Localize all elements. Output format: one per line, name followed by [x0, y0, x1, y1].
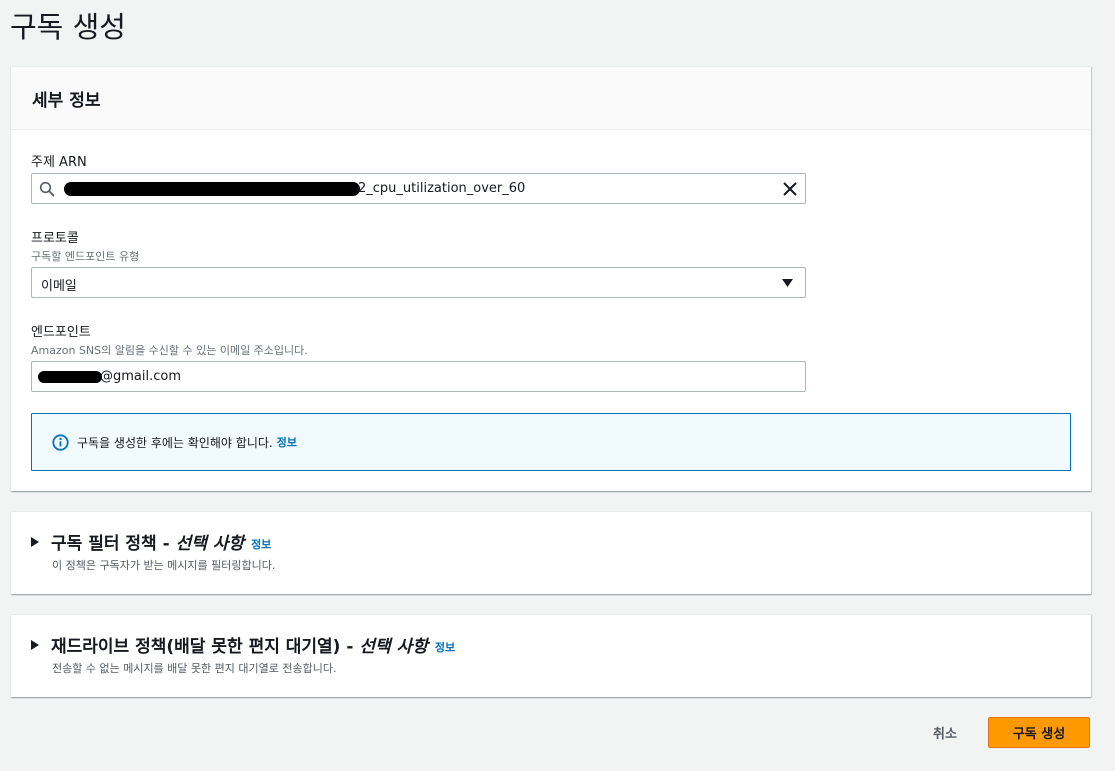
- dropdown-caret-icon: [782, 279, 793, 287]
- protocol-label: 프로토콜: [31, 231, 79, 246]
- details-header: 세부 정보: [11, 67, 1091, 130]
- redrive-policy-panel: 재드라이브 정책(배달 못한 편지 대기열) - 선택 사항 정보 전송할 수 …: [11, 614, 1091, 697]
- protocol-field: 프로토콜 구독할 엔드포인트 유형 이메일: [31, 227, 806, 298]
- redrive-policy-info-link[interactable]: 정보: [435, 639, 455, 655]
- topic-arn-input[interactable]: 2_cpu_utilization_over_60: [31, 173, 806, 204]
- topic-arn-value: 2_cpu_utilization_over_60: [358, 181, 526, 196]
- redrive-policy-toggle[interactable]: 재드라이브 정책(배달 못한 편지 대기열) - 선택 사항 정보: [31, 632, 455, 657]
- cancel-button[interactable]: 취소: [920, 717, 970, 748]
- expand-caret-icon: [31, 639, 39, 650]
- redrive-policy-description: 전송할 수 없는 메시지를 배달 못한 편지 대기열로 전송합니다.: [52, 662, 337, 675]
- filter-policy-toggle[interactable]: 구독 필터 정책 - 선택 사항 정보: [31, 529, 271, 554]
- create-subscription-button[interactable]: 구독 생성: [988, 717, 1090, 748]
- endpoint-label: 엔드포인트: [31, 325, 91, 340]
- topic-arn-field: 주제 ARN 2_cpu_utilization_over_60: [31, 151, 806, 204]
- clear-icon[interactable]: [781, 180, 799, 198]
- info-icon: [52, 433, 69, 451]
- details-panel: 세부 정보 주제 ARN 2_cpu_utilization_over_60 프…: [11, 66, 1091, 491]
- filter-policy-title: 구독 필터 정책 - 선택 사항: [51, 534, 245, 554]
- info-text: 구독을 생성한 후에는 확인해야 합니다.: [77, 435, 273, 450]
- info-alert: 구독을 생성한 후에는 확인해야 합니다. 정보: [31, 413, 1071, 471]
- endpoint-value: @gmail.com: [100, 369, 182, 384]
- expand-caret-icon: [31, 536, 39, 547]
- page-title: 구독 생성: [10, 10, 126, 44]
- filter-policy-info-link[interactable]: 정보: [251, 536, 271, 552]
- endpoint-description: Amazon SNS의 알림을 수신할 수 있는 이메일 주소입니다.: [31, 344, 308, 357]
- topic-arn-label: 주제 ARN: [31, 155, 87, 170]
- protocol-select[interactable]: 이메일: [31, 267, 806, 298]
- search-icon: [39, 181, 55, 197]
- endpoint-field: 엔드포인트 Amazon SNS의 알림을 수신할 수 있는 이메일 주소입니다…: [31, 321, 806, 392]
- redacted-arn-prefix: [64, 182, 360, 196]
- filter-policy-panel: 구독 필터 정책 - 선택 사항 정보 이 정책은 구독자가 받는 메시지를 필…: [11, 511, 1091, 594]
- filter-policy-description: 이 정책은 구독자가 받는 메시지를 필터링합니다.: [52, 559, 276, 572]
- protocol-selected-value: 이메일: [41, 279, 77, 294]
- redacted-email-prefix: [38, 371, 102, 383]
- redrive-policy-title: 재드라이브 정책(배달 못한 편지 대기열) - 선택 사항: [51, 637, 428, 657]
- info-link[interactable]: 정보: [277, 434, 297, 450]
- protocol-description: 구독할 엔드포인트 유형: [31, 250, 140, 263]
- endpoint-input[interactable]: @gmail.com: [31, 361, 806, 392]
